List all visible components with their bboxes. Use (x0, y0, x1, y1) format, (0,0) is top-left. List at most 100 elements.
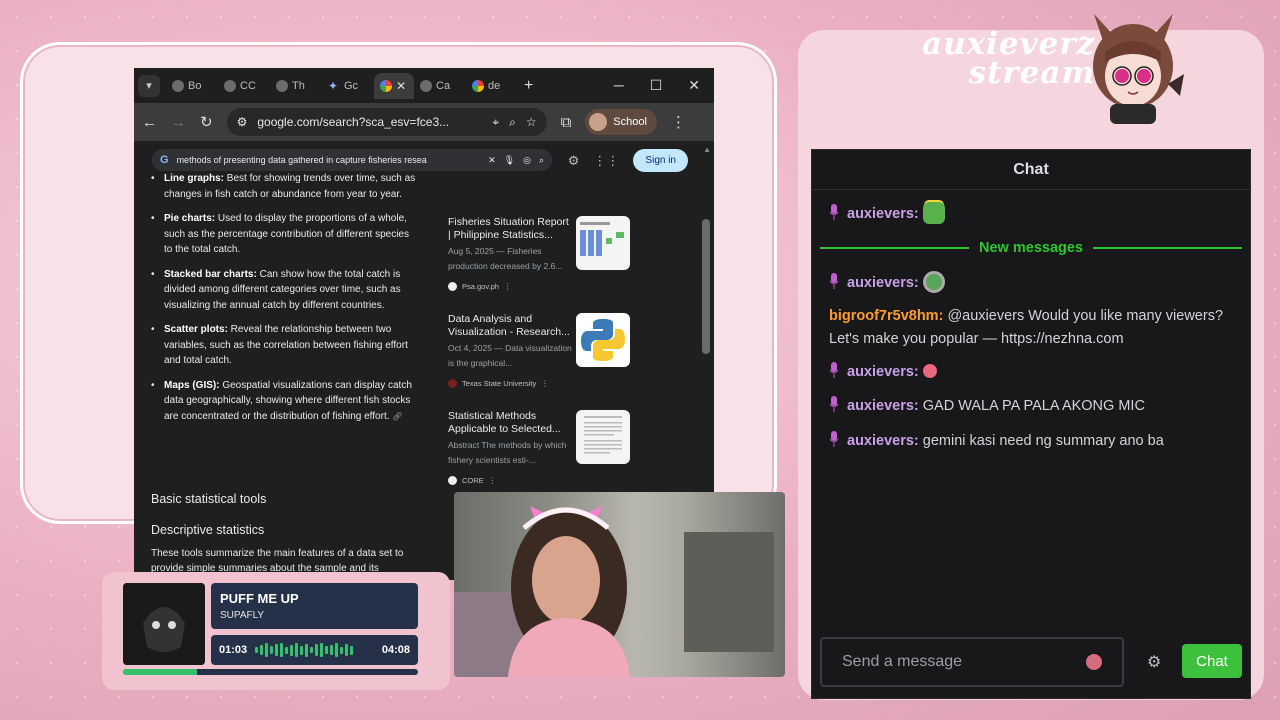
profile-button[interactable]: School (585, 109, 657, 135)
chat-username[interactable]: auxievers: (847, 275, 919, 291)
google-icon (472, 79, 484, 92)
brand-line2: stream (968, 55, 1096, 91)
tab-2[interactable]: Th (270, 73, 322, 99)
chat-message-input[interactable]: Send a message (820, 637, 1124, 687)
address-bar[interactable]: ⚙ google.com/search?sca_esv=fce3... ⌖ ⌕ … (226, 108, 547, 136)
waveform-bar (295, 643, 299, 657)
tab-0[interactable]: Bo (166, 73, 218, 99)
waveform-bar (330, 645, 334, 655)
chat-text: gemini kasi need ng summary ano ba (918, 433, 1164, 449)
chat-message: auxievers: gemini kasi need ng summary a… (829, 430, 1164, 453)
waveform-bar (290, 644, 294, 656)
globe-icon (172, 79, 184, 92)
close-window-icon[interactable]: ✕ (688, 77, 700, 94)
google-search-box[interactable]: G methods of presenting data gathered in… (152, 149, 552, 171)
chat-username[interactable]: bigroof7r5v8hm: (829, 308, 943, 324)
extensions-icon[interactable]: ⧉ (561, 114, 572, 131)
chat-input-placeholder: Send a message (842, 653, 963, 670)
link-icon[interactable]: 🔗︎ (392, 412, 402, 421)
chat-username[interactable]: auxievers: (847, 206, 919, 222)
new-tab-icon[interactable]: + (524, 77, 533, 95)
vtuber-avatar (1093, 14, 1184, 124)
minimize-icon[interactable]: ─ (614, 77, 624, 94)
chat-settings-gear-icon[interactable]: ⚙ (1147, 652, 1161, 672)
angel-emote-icon (922, 202, 945, 224)
mic-icon[interactable]: 🎙︎ (504, 155, 515, 166)
waveform-bar (310, 647, 314, 653)
source-card[interactable]: Fisheries Situation Report | Philippine … (437, 208, 642, 305)
location-icon[interactable]: ⌖ (492, 115, 499, 130)
python-logo-thumbnail[interactable] (576, 313, 630, 367)
settings-gear-icon[interactable]: ⚙ (568, 153, 580, 169)
source-snippet: Aug 5, 2025 — Fisheries production decre… (448, 246, 563, 271)
apps-grid-icon[interactable]: ⋮⋮ (593, 153, 619, 169)
chat-username[interactable]: auxievers: (847, 364, 919, 380)
tab-5[interactable]: Ca (414, 73, 466, 99)
waveform-bar (270, 646, 274, 654)
tab-search-button[interactable]: ▾ (138, 74, 160, 97)
tab-label: Th (292, 79, 305, 92)
tab-6[interactable]: de (466, 73, 518, 99)
emote-picker-icon[interactable] (1086, 654, 1102, 670)
divider-line (1093, 247, 1243, 249)
tab-4-active[interactable]: ✕ (374, 72, 414, 99)
maximize-icon[interactable]: ☐ (650, 77, 663, 94)
more-options-icon[interactable]: ⋮ (541, 379, 549, 388)
source-thumbnail[interactable] (576, 216, 630, 270)
song-progress-bar[interactable] (123, 669, 418, 675)
menu-kebab-icon[interactable]: ⋮ (671, 113, 686, 131)
source-card[interactable]: Data Analysis and Visualization - Resear… (437, 305, 642, 402)
globe-icon (276, 79, 288, 92)
bookmark-star-icon[interactable]: ☆ (526, 115, 537, 129)
playback-time: 01:03 04:08 (211, 635, 418, 665)
chat-send-button[interactable]: Chat (1182, 644, 1242, 678)
tab-3[interactable]: ✦ Gc (322, 73, 374, 99)
more-options-icon[interactable]: ⋮ (489, 476, 497, 485)
back-icon[interactable]: ← (142, 114, 157, 131)
tab-label: Gc (344, 79, 359, 92)
search-query: methods of presenting data gathered in c… (176, 155, 427, 165)
waveform-bar (345, 644, 349, 656)
site-info-icon[interactable]: ⚙ (237, 115, 248, 129)
source-title[interactable]: Fisheries Situation Report | Philippine … (448, 216, 573, 242)
list-item-term: Scatter plots: (164, 324, 228, 335)
tab-1[interactable]: CC (218, 73, 270, 99)
list-item: Pie charts: Used to display the proporti… (148, 211, 418, 258)
source-title[interactable]: Statistical Methods Applicable to Select… (448, 410, 573, 436)
stream-brand: auxieverz stream (922, 29, 1096, 91)
scroll-up-icon[interactable]: ▲ (703, 145, 711, 154)
gemini-icon: ✦ (328, 78, 339, 93)
source-title[interactable]: Data Analysis and Visualization - Resear… (448, 313, 573, 339)
zoom-icon[interactable]: ⌕ (509, 115, 516, 130)
webcam-feed (454, 492, 785, 677)
chat-username[interactable]: auxievers: (847, 433, 919, 449)
clear-search-icon[interactable]: ✕ (488, 155, 496, 166)
source-site: Texas State University ⋮ (448, 379, 549, 388)
song-title: PUFF ME UP (220, 591, 299, 606)
more-options-icon[interactable]: ⋮ (504, 282, 512, 291)
new-messages-divider: New messages (820, 238, 1243, 258)
list-item-term: Line graphs: (164, 173, 225, 184)
audio-waveform (255, 643, 374, 657)
source-site-name: Psa.gov.ph (462, 282, 499, 291)
search-icon[interactable]: ⌕ (539, 155, 544, 166)
forward-icon[interactable]: → (171, 114, 186, 131)
tab-label: de (488, 79, 501, 92)
document-thumbnail[interactable] (576, 410, 630, 464)
lens-icon[interactable]: ◎ (523, 155, 531, 166)
total-duration: 04:08 (381, 644, 410, 656)
reload-icon[interactable]: ↻ (200, 113, 213, 131)
chat-username[interactable]: auxievers: (847, 398, 919, 414)
waveform-bar (300, 645, 304, 655)
new-messages-label: New messages (979, 240, 1083, 256)
tab-bar: ▾ Bo CC Th ✦ Gc ✕ Ca de + ─ ☐ ✕ (134, 68, 714, 103)
scrollbar-thumb[interactable] (702, 219, 710, 354)
sign-in-button[interactable]: Sign in (633, 149, 688, 172)
chat-panel: Chat auxievers: New messages auxievers: … (811, 149, 1251, 699)
waveform-bar (305, 643, 309, 657)
tab-label: Bo (188, 79, 202, 92)
close-tab-icon[interactable]: ✕ (396, 79, 406, 93)
source-card[interactable]: Statistical Methods Applicable to Select… (437, 402, 642, 499)
profile-avatar (589, 113, 608, 131)
chat-message: auxievers: (829, 361, 937, 384)
